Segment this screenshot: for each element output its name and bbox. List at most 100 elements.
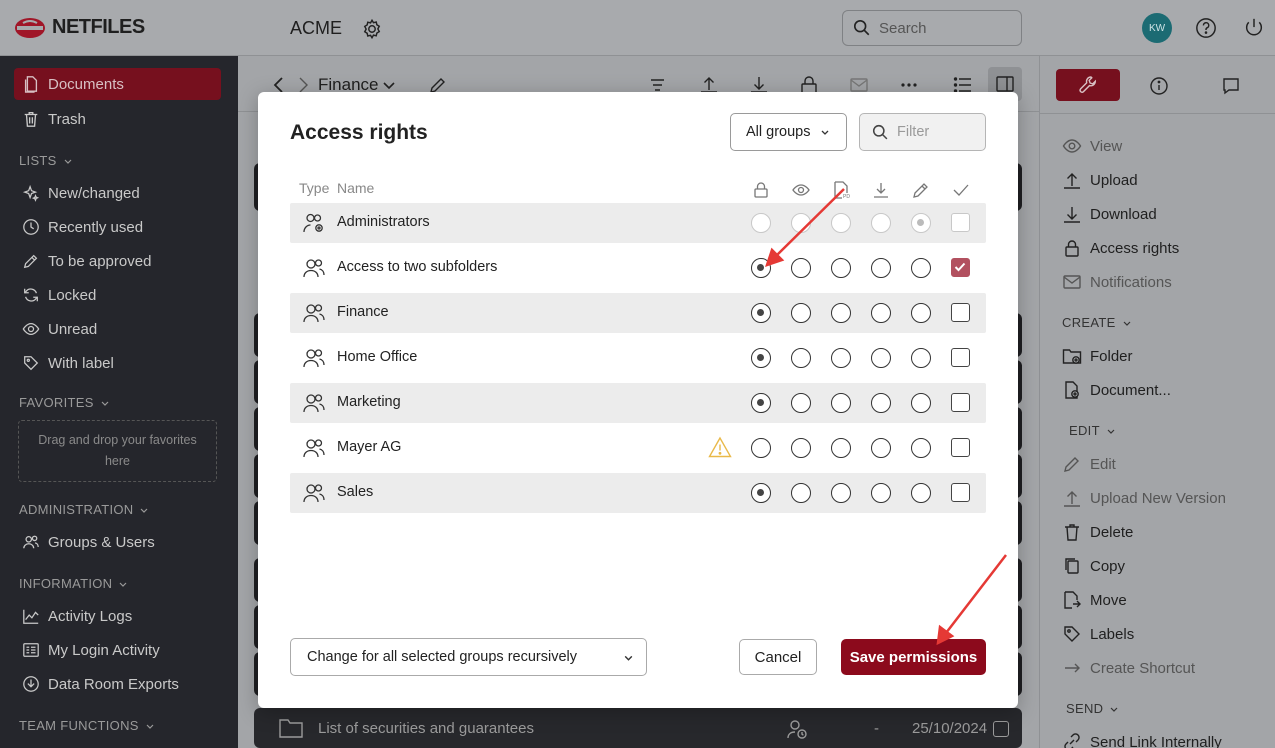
permission-radio-lock[interactable] [751,258,771,278]
permission-radio-lock[interactable] [751,438,771,458]
permission-radio-edit[interactable] [911,258,931,278]
permission-radio-pdf[interactable] [831,258,851,278]
team-functions-section-label[interactable]: TEAM FUNCTIONS [19,718,155,733]
permission-radio-download[interactable] [871,213,891,233]
nav-trash[interactable]: Trash [14,103,221,135]
permission-radio-edit[interactable] [911,303,931,323]
group-row-administrators[interactable]: Administrators [290,203,986,243]
send-section-label[interactable]: SEND [1066,701,1119,716]
action-send-link-internally[interactable]: Send Link Internally [1062,732,1222,748]
action-delete[interactable]: Delete [1062,522,1133,542]
permission-radio-download[interactable] [871,393,891,413]
group-row-sales[interactable]: Sales [290,473,986,513]
permission-radio-view[interactable] [791,438,811,458]
permission-radio-view[interactable] [791,393,811,413]
nav-activity-logs[interactable]: Activity Logs [14,600,221,632]
nav-my-login-activity[interactable]: My Login Activity [14,634,221,666]
permission-radio-download[interactable] [871,483,891,503]
permission-radio-view[interactable] [791,258,811,278]
permission-radio-view[interactable] [791,348,811,368]
action-create-folder[interactable]: Folder [1062,346,1133,366]
approve-checkbox[interactable] [951,393,970,412]
permission-radio-pdf[interactable] [831,483,851,503]
information-section-label[interactable]: INFORMATION [19,576,128,591]
permission-radio-view[interactable] [791,483,811,503]
permission-radio-lock[interactable] [751,483,771,503]
group-row-mayer-ag[interactable]: Mayer AG [290,428,986,468]
nav-with-label[interactable]: With label [14,347,221,379]
permission-radio-lock[interactable] [751,303,771,323]
action-download[interactable]: Download [1062,204,1157,224]
approve-checkbox[interactable] [951,438,970,457]
group-row-finance[interactable]: Finance [290,293,986,333]
action-create-document[interactable]: Document... [1062,380,1171,400]
document-row-securities[interactable]: List of securities and guarantees - 25/1… [254,708,1022,748]
permission-radio-edit[interactable] [911,348,931,368]
approve-checkbox[interactable] [951,483,970,502]
nav-locked[interactable]: Locked [14,279,221,311]
nav-documents[interactable]: Documents [14,68,221,100]
action-access-rights[interactable]: Access rights [1062,238,1179,258]
power-icon[interactable] [1243,17,1265,39]
permission-radio-edit[interactable] [911,483,931,503]
permission-radio-view[interactable] [791,303,811,323]
permission-radio-lock[interactable] [751,213,771,233]
nav-new-changed[interactable]: New/changed [14,177,221,209]
save-permissions-button[interactable]: Save permissions [841,639,986,675]
permission-radio-download[interactable] [871,258,891,278]
nav-recently-used[interactable]: Recently used [14,211,221,243]
action-notifications[interactable]: Notifications [1062,272,1172,292]
user-avatar[interactable]: KW [1142,13,1172,43]
nav-to-be-approved[interactable]: To be approved [14,245,221,277]
filter-input[interactable]: Filter [859,113,986,151]
permission-radio-edit[interactable] [911,438,931,458]
nav-groups-users[interactable]: Groups & Users [14,526,221,558]
administration-section-label[interactable]: ADMINISTRATION [19,502,149,517]
permission-radio-lock[interactable] [751,393,771,413]
action-upload[interactable]: Upload [1062,170,1138,190]
document-row-checkbox[interactable] [993,721,1009,737]
create-section-label[interactable]: CREATE [1062,315,1132,330]
permission-radio-view[interactable] [791,213,811,233]
action-labels[interactable]: Labels [1062,624,1134,644]
permission-radio-edit[interactable] [911,213,931,233]
action-view[interactable]: View [1062,136,1122,156]
approve-checkbox[interactable] [951,213,970,232]
approve-checkbox[interactable] [951,303,970,322]
action-edit[interactable]: Edit [1062,454,1116,474]
permission-radio-pdf[interactable] [831,438,851,458]
group-row-home-office[interactable]: Home Office [290,338,986,378]
group-row-access-to-two-subfolders[interactable]: Access to two subfolders [290,248,986,288]
info-icon[interactable] [1149,76,1169,96]
favorites-drop-zone[interactable]: Drag and drop your favorites here [18,420,217,482]
approve-checkbox[interactable] [951,348,970,367]
permission-radio-download[interactable] [871,303,891,323]
recursive-change-select[interactable]: Change for all selected groups recursive… [290,638,647,676]
action-create-shortcut[interactable]: Create Shortcut [1062,658,1195,678]
help-icon[interactable] [1195,17,1217,39]
edit-section-label[interactable]: EDIT [1069,423,1116,438]
permission-radio-edit[interactable] [911,393,931,413]
action-move[interactable]: Move [1062,590,1127,610]
nav-data-room-exports[interactable]: Data Room Exports [14,668,221,700]
settings-gear-icon[interactable] [361,18,383,40]
action-copy[interactable]: Copy [1062,556,1125,576]
search-box[interactable]: Search [842,10,1022,46]
permission-radio-lock[interactable] [751,348,771,368]
comment-icon[interactable] [1221,76,1241,96]
action-upload-new-version[interactable]: Upload New Version [1062,488,1226,508]
cancel-button[interactable]: Cancel [739,639,817,675]
tab-actions[interactable] [1056,69,1120,101]
nav-unread[interactable]: Unread [14,313,221,345]
favorites-section-label[interactable]: FAVORITES [19,395,110,410]
group-row-marketing[interactable]: Marketing [290,383,986,423]
permission-radio-pdf[interactable] [831,348,851,368]
netfiles-logo[interactable]: NETFILES [14,16,145,39]
permission-radio-pdf[interactable] [831,303,851,323]
approve-checkbox[interactable] [951,258,970,277]
group-filter-select[interactable]: All groups [730,113,847,151]
lists-section-label[interactable]: LISTS [19,153,73,168]
permission-radio-pdf[interactable] [831,393,851,413]
permission-radio-pdf[interactable] [831,213,851,233]
permission-radio-download[interactable] [871,438,891,458]
